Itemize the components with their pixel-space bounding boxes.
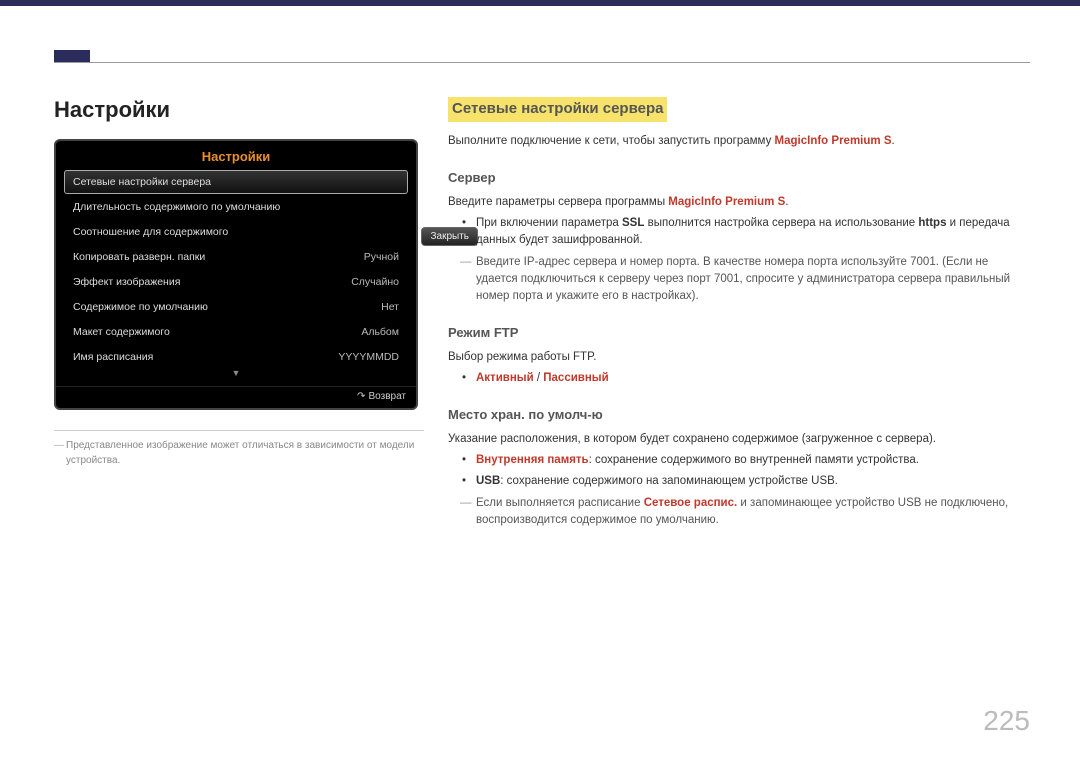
osd-row-value: Случайно <box>351 276 399 288</box>
page-number: 225 <box>983 705 1030 737</box>
return-icon: ↶ <box>357 391 365 402</box>
osd-row-label: Сетевые настройки сервера <box>73 176 211 188</box>
server-bullet: При включении параметра SSL выполнится н… <box>476 215 1030 250</box>
storage-bullet-usb: USB: сохранение содержимого на запоминаю… <box>476 473 1030 490</box>
osd-title: Настройки <box>56 141 416 170</box>
close-button[interactable]: Закрыть <box>421 227 478 246</box>
ftp-desc: Выбор режима работы FTP. <box>448 349 1030 366</box>
https-keyword: https <box>918 217 946 229</box>
osd-row[interactable]: Имя расписания YYYYMMDD <box>64 345 408 369</box>
internal-memory-key: Внутренняя память <box>476 454 589 466</box>
server-line1: Введите параметры сервера программы Magi… <box>448 194 1030 211</box>
header-rule <box>54 62 1030 63</box>
ftp-heading: Режим FTP <box>448 323 1030 343</box>
network-schedule-key: Сетевое распис. <box>644 497 738 509</box>
header-bar <box>0 0 1080 6</box>
program-name: MagicInfo Premium S <box>668 196 785 208</box>
osd-row[interactable]: Копировать разверн. папки Ручной <box>64 245 408 269</box>
osd-scroll-down-icon[interactable]: ▼ <box>64 368 408 378</box>
page-title: Настройки <box>54 97 424 123</box>
osd-row-label: Эффект изображения <box>73 276 180 288</box>
ftp-modes: Активный / Пассивный <box>476 370 1030 387</box>
server-heading: Сервер <box>448 168 1030 188</box>
storage-heading: Место хран. по умолч-ю <box>448 405 1030 425</box>
osd-row[interactable]: Соотношение для содержимого <box>64 220 408 244</box>
osd-row-value: Альбом <box>361 326 399 338</box>
osd-footer: ↶ Возврат <box>56 386 416 408</box>
disclaimer-note: Представленное изображение может отличат… <box>54 439 424 468</box>
osd-row[interactable]: Макет содержимого Альбом <box>64 320 408 344</box>
storage-bullet-internal: Внутренняя память: сохранение содержимог… <box>476 452 1030 469</box>
storage-note: Если выполняется расписание Сетевое расп… <box>448 495 1030 530</box>
osd-row-value: Нет <box>381 301 399 313</box>
program-name: MagicInfo Premium S <box>775 135 892 147</box>
ftp-passive: Пассивный <box>543 372 608 384</box>
osd-row-label: Макет содержимого <box>73 326 170 338</box>
usb-key: USB <box>476 475 500 487</box>
osd-list: Сетевые настройки сервера Длительность с… <box>56 170 416 386</box>
osd-panel: Настройки Сетевые настройки сервера Длит… <box>54 139 418 410</box>
server-note: Введите IP-адрес сервера и номер порта. … <box>448 254 1030 306</box>
ftp-active: Активный <box>476 372 534 384</box>
osd-row[interactable]: Эффект изображения Случайно <box>64 270 408 294</box>
osd-row[interactable]: Длительность содержимого по умолчанию <box>64 195 408 219</box>
osd-row-label: Длительность содержимого по умолчанию <box>73 201 280 213</box>
osd-row[interactable]: Содержимое по умолчанию Нет <box>64 295 408 319</box>
osd-row-label: Соотношение для содержимого <box>73 226 228 238</box>
osd-row-value: Ручной <box>364 251 399 263</box>
section-heading-highlight: Сетевые настройки сервера <box>448 97 667 122</box>
osd-row-label: Содержимое по умолчанию <box>73 301 208 313</box>
osd-row-label: Имя расписания <box>73 351 153 363</box>
intro-text: Выполните подключение к сети, чтобы запу… <box>448 133 1030 150</box>
osd-return-label[interactable]: Возврат <box>369 391 407 402</box>
osd-row-selected[interactable]: Сетевые настройки сервера <box>64 170 408 194</box>
ssl-keyword: SSL <box>622 217 644 229</box>
header-corner-block <box>54 50 90 62</box>
storage-desc: Указание расположения, в котором будет с… <box>448 431 1030 448</box>
osd-row-label: Копировать разверн. папки <box>73 251 205 263</box>
left-divider <box>54 430 424 431</box>
osd-row-value: YYYYMMDD <box>338 351 399 363</box>
